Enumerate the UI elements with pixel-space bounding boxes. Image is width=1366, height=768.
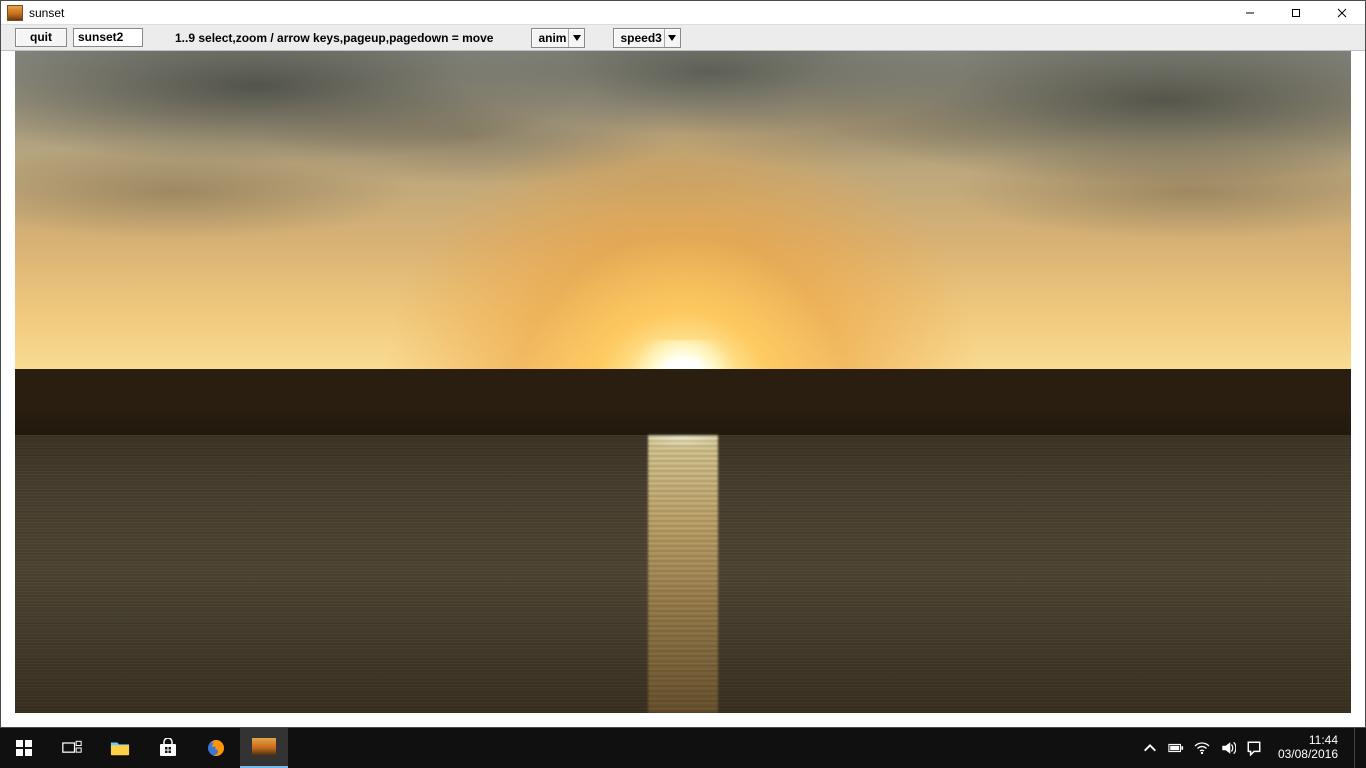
close-icon (1337, 8, 1347, 18)
volume-icon (1220, 740, 1236, 756)
speed-select[interactable]: speed3 (613, 28, 680, 48)
app-icon (7, 5, 23, 21)
battery-icon (1168, 740, 1184, 756)
clock-time: 11:44 (1278, 734, 1338, 748)
action-center-icon (1246, 740, 1262, 756)
folder-icon (110, 738, 130, 758)
firefox-icon (206, 738, 226, 758)
maximize-icon (1291, 8, 1301, 18)
anim-select-value: anim (538, 31, 568, 45)
store-button[interactable] (144, 728, 192, 768)
titlebar: sunset (1, 1, 1365, 25)
close-button[interactable] (1319, 1, 1365, 25)
scene-sun-reflection (648, 435, 718, 713)
system-tray[interactable] (1142, 740, 1262, 756)
wifi-icon (1194, 740, 1210, 756)
help-text: 1..9 select,zoom / arrow keys,pageup,pag… (175, 31, 493, 45)
current-app-taskbar-button[interactable] (240, 728, 288, 768)
anim-select[interactable]: anim (531, 28, 585, 48)
toolbar: quit 1..9 select,zoom / arrow keys,pageu… (1, 25, 1365, 51)
quit-button[interactable]: quit (15, 28, 67, 47)
start-button[interactable] (0, 728, 48, 768)
minimize-icon (1245, 8, 1255, 18)
speed-select-value: speed3 (620, 31, 663, 45)
store-icon (158, 738, 178, 758)
chevron-down-icon (568, 29, 584, 47)
task-view-button[interactable] (48, 728, 96, 768)
chevron-down-icon (664, 29, 680, 47)
task-view-icon (62, 738, 82, 758)
windows-icon (14, 738, 34, 758)
minimize-button[interactable] (1227, 1, 1273, 25)
window-controls (1227, 1, 1365, 24)
maximize-button[interactable] (1273, 1, 1319, 25)
app-window: sunset quit 1..9 select,zoom / arrow key… (0, 0, 1366, 728)
sunset-app-icon (252, 738, 276, 756)
image-name-input[interactable] (73, 28, 143, 47)
clock-date: 03/08/2016 (1278, 748, 1338, 762)
tray-overflow-icon (1142, 740, 1158, 756)
image-viewer[interactable] (15, 51, 1351, 713)
window-title: sunset (29, 6, 64, 20)
show-desktop-button[interactable] (1354, 728, 1360, 768)
file-explorer-button[interactable] (96, 728, 144, 768)
firefox-button[interactable] (192, 728, 240, 768)
taskbar-clock[interactable]: 11:44 03/08/2016 (1272, 734, 1344, 762)
taskbar: 11:44 03/08/2016 (0, 728, 1366, 768)
